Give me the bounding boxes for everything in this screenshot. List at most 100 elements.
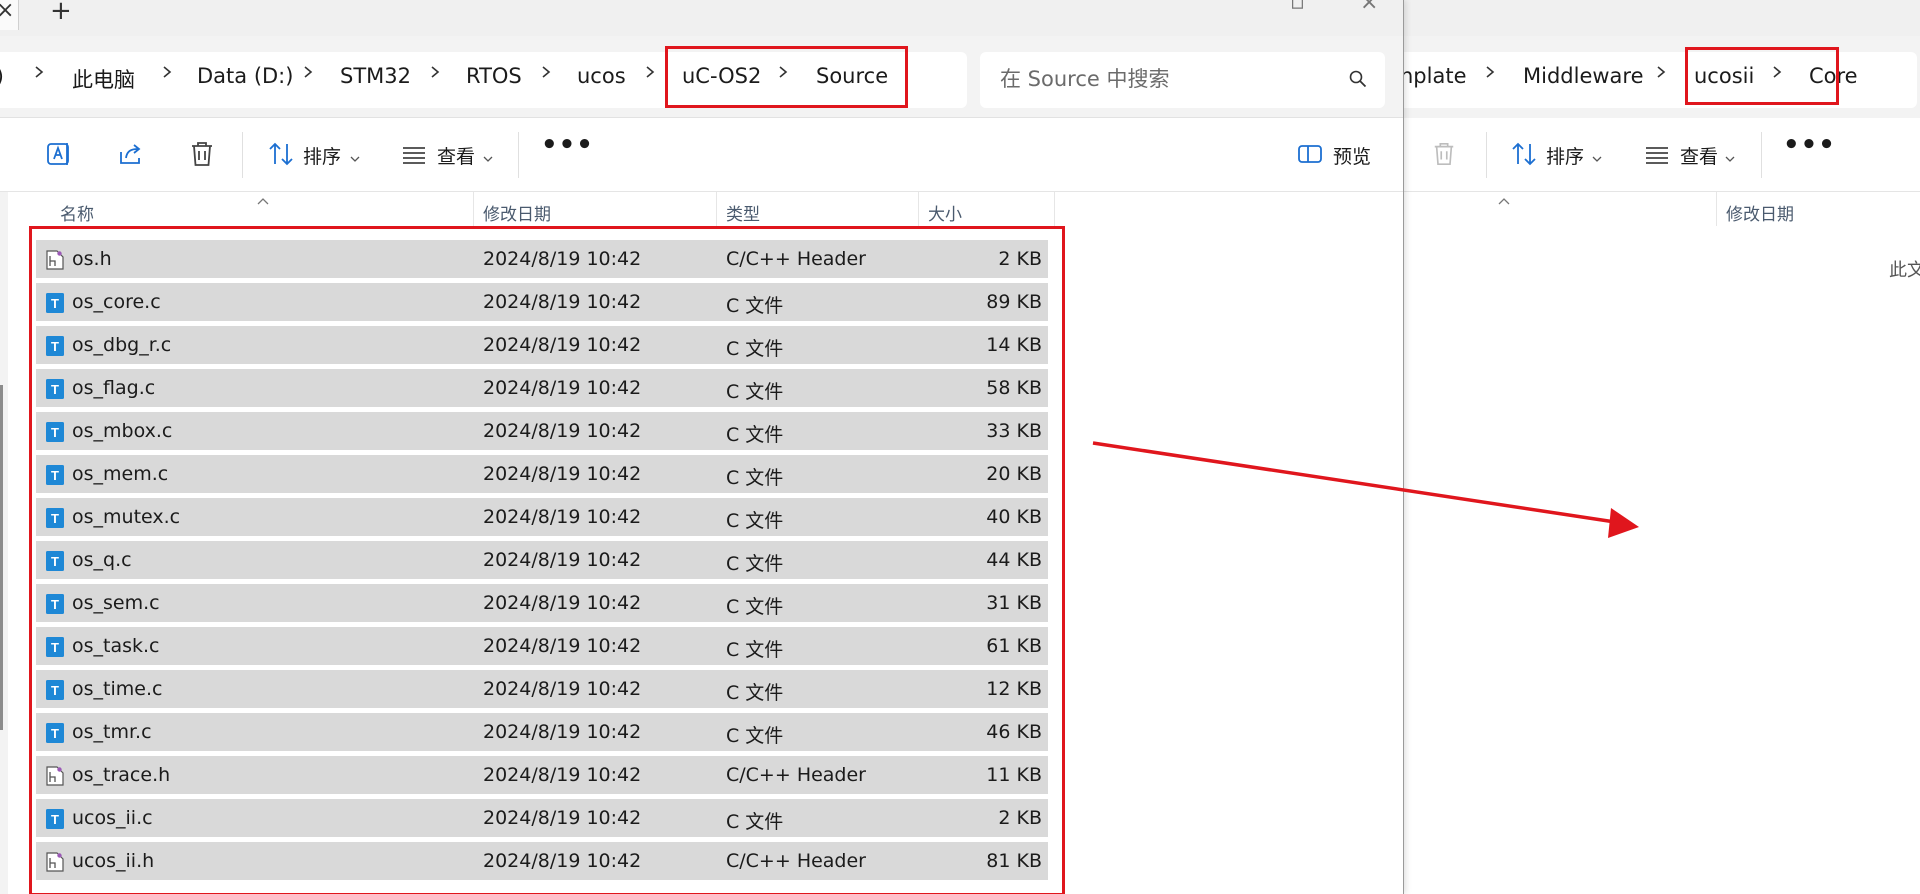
file-row[interactable]: os.h 2024/8/19 10:42 C/C++ Header 2 KB (36, 240, 1048, 278)
file-date: 2024/8/19 10:42 (483, 807, 642, 829)
sort-button[interactable]: 排序 (1546, 142, 1584, 169)
chevron-down-icon[interactable] (350, 148, 360, 167)
c-file-icon: T (46, 723, 64, 747)
chevron-right-icon[interactable] (34, 66, 44, 78)
view-button[interactable]: 查看 (1680, 142, 1718, 169)
breadcrumb-item-ucosii[interactable]: ucosii (1694, 64, 1754, 88)
file-row[interactable]: os_trace.h 2024/8/19 10:42 C/C++ Header 11 … (36, 756, 1048, 794)
file-row[interactable]: Tos_flag.c 2024/8/19 10:42 C 文件 58 KB (36, 369, 1048, 407)
maximize-icon[interactable]: ▫ (1290, 0, 1305, 15)
file-size: 61 KB (986, 635, 1042, 657)
file-size: 89 KB (986, 291, 1042, 313)
preview-button[interactable]: 预览 (1333, 142, 1371, 169)
file-size: 20 KB (986, 463, 1042, 485)
file-row[interactable]: Tucos_ii.c 2024/8/19 10:42 C 文件 2 KB (36, 799, 1048, 837)
file-row[interactable]: Tos_mem.c 2024/8/19 10:42 C 文件 20 KB (36, 455, 1048, 493)
chevron-down-icon[interactable] (1592, 148, 1602, 167)
file-date: 2024/8/19 10:42 (483, 463, 642, 485)
toolbar-divider (1761, 132, 1762, 178)
file-row[interactable]: Tos_mbox.c 2024/8/19 10:42 C 文件 33 KB (36, 412, 1048, 450)
view-icon[interactable] (1644, 140, 1670, 172)
file-date: 2024/8/19 10:42 (483, 678, 642, 700)
file-row[interactable]: Tos_time.c 2024/8/19 10:42 C 文件 12 KB (36, 670, 1048, 708)
file-name: os_trace.h (72, 764, 171, 786)
view-icon[interactable] (401, 140, 427, 172)
file-row[interactable]: Tos_mutex.c 2024/8/19 10:42 C 文件 40 KB (36, 498, 1048, 536)
sort-button[interactable]: 排序 (303, 142, 341, 169)
column-header-date[interactable]: 修改日期 (483, 200, 551, 225)
more-options-button[interactable]: ••• (541, 130, 594, 160)
column-divider[interactable] (918, 192, 919, 226)
breadcrumb-item-stm32[interactable]: STM32 (340, 64, 411, 88)
breadcrumb-item-template[interactable]: nplate (1403, 64, 1467, 88)
preview-pane-icon[interactable] (1296, 140, 1324, 172)
file-size: 46 KB (986, 721, 1042, 743)
column-divider[interactable] (716, 192, 717, 226)
breadcrumb-item-ucos[interactable]: ucos (577, 64, 626, 88)
chevron-right-icon[interactable] (645, 66, 655, 78)
breadcrumb-item-core[interactable]: Core (1809, 64, 1858, 88)
file-name: ucos_ii.c (72, 807, 153, 829)
chevron-right-icon[interactable] (1485, 66, 1495, 78)
file-row[interactable]: Tos_core.c 2024/8/19 10:42 C 文件 89 KB (36, 283, 1048, 321)
chevron-right-icon[interactable] (162, 66, 172, 78)
file-row[interactable]: ucos_ii.h 2024/8/19 10:42 C/C++ Header 81 K… (36, 842, 1048, 880)
view-button[interactable]: 查看 (437, 142, 475, 169)
file-name: os_tmr.c (72, 721, 152, 743)
file-row[interactable]: Tos_dbg_r.c 2024/8/19 10:42 C 文件 14 KB (36, 326, 1048, 364)
chevron-right-icon[interactable] (303, 66, 313, 78)
sort-icon[interactable] (1510, 140, 1538, 172)
search-input[interactable] (998, 66, 1332, 92)
chevron-right-icon[interactable] (778, 66, 788, 78)
column-divider[interactable] (1716, 192, 1717, 226)
delete-icon[interactable] (189, 140, 215, 172)
file-row[interactable]: Tos_task.c 2024/8/19 10:42 C 文件 61 KB (36, 627, 1048, 665)
chevron-right-icon[interactable] (1656, 66, 1666, 78)
file-date: 2024/8/19 10:42 (483, 635, 642, 657)
more-options-button[interactable]: ••• (1783, 130, 1836, 160)
file-row[interactable]: Tos_q.c 2024/8/19 10:42 C 文件 44 KB (36, 541, 1048, 579)
file-type: C 文件 (726, 682, 784, 704)
explorer-window-core: nplate Middleware ucosii Core 排序 查看 ••• … (1403, 0, 1920, 894)
chevron-down-icon[interactable] (1725, 148, 1735, 167)
delete-icon[interactable] (1432, 140, 1456, 172)
file-row[interactable]: Tos_tmr.c 2024/8/19 10:42 C 文件 46 KB (36, 713, 1048, 751)
chevron-down-icon[interactable] (483, 148, 493, 167)
file-date: 2024/8/19 10:42 (483, 291, 642, 313)
explorer-tab[interactable]: × (0, 0, 19, 30)
breadcrumb-item-this-pc[interactable]: 此电脑 (72, 64, 135, 94)
file-type: C 文件 (726, 467, 784, 489)
column-divider[interactable] (1054, 192, 1055, 226)
c-file-icon: T (46, 508, 64, 532)
share-icon[interactable] (117, 140, 145, 172)
sort-icon[interactable] (267, 140, 295, 172)
file-date: 2024/8/19 10:42 (483, 549, 642, 571)
chevron-right-icon[interactable] (541, 66, 551, 78)
close-tab-icon[interactable]: × (0, 0, 14, 23)
column-header-type[interactable]: 类型 (726, 200, 760, 225)
search-box[interactable] (980, 52, 1385, 108)
search-icon[interactable] (1349, 70, 1367, 92)
new-tab-button[interactable]: + (50, 0, 72, 26)
chevron-right-icon[interactable] (430, 66, 440, 78)
file-size: 2 KB (998, 248, 1042, 270)
column-header-date[interactable]: 修改日期 (1726, 200, 1794, 225)
chevron-right-icon[interactable] (1772, 66, 1782, 78)
column-header-size[interactable]: 大小 (928, 200, 962, 225)
address-bar: nplate Middleware ucosii Core (1403, 36, 1920, 119)
breadcrumb-item-rtos[interactable]: RTOS (466, 64, 522, 88)
close-window-icon[interactable]: × (1360, 0, 1378, 15)
file-date: 2024/8/19 10:42 (483, 850, 642, 872)
breadcrumb-item-middleware[interactable]: Middleware (1523, 64, 1644, 88)
breadcrumb-item-uc-os2[interactable]: uC-OS2 (682, 64, 761, 88)
file-type: C/C++ Header (726, 850, 866, 872)
file-name: os_flag.c (72, 377, 156, 399)
file-date: 2024/8/19 10:42 (483, 420, 642, 442)
column-header-name[interactable]: 名称 (60, 200, 94, 225)
breadcrumb-item-data-d[interactable]: Data (D:) (197, 64, 293, 88)
column-divider[interactable] (473, 192, 474, 226)
rename-icon[interactable] (45, 140, 73, 172)
breadcrumb-item-source[interactable]: Source (816, 64, 888, 88)
file-row[interactable]: Tos_sem.c 2024/8/19 10:42 C 文件 31 KB (36, 584, 1048, 622)
svg-text:T: T (51, 554, 59, 569)
